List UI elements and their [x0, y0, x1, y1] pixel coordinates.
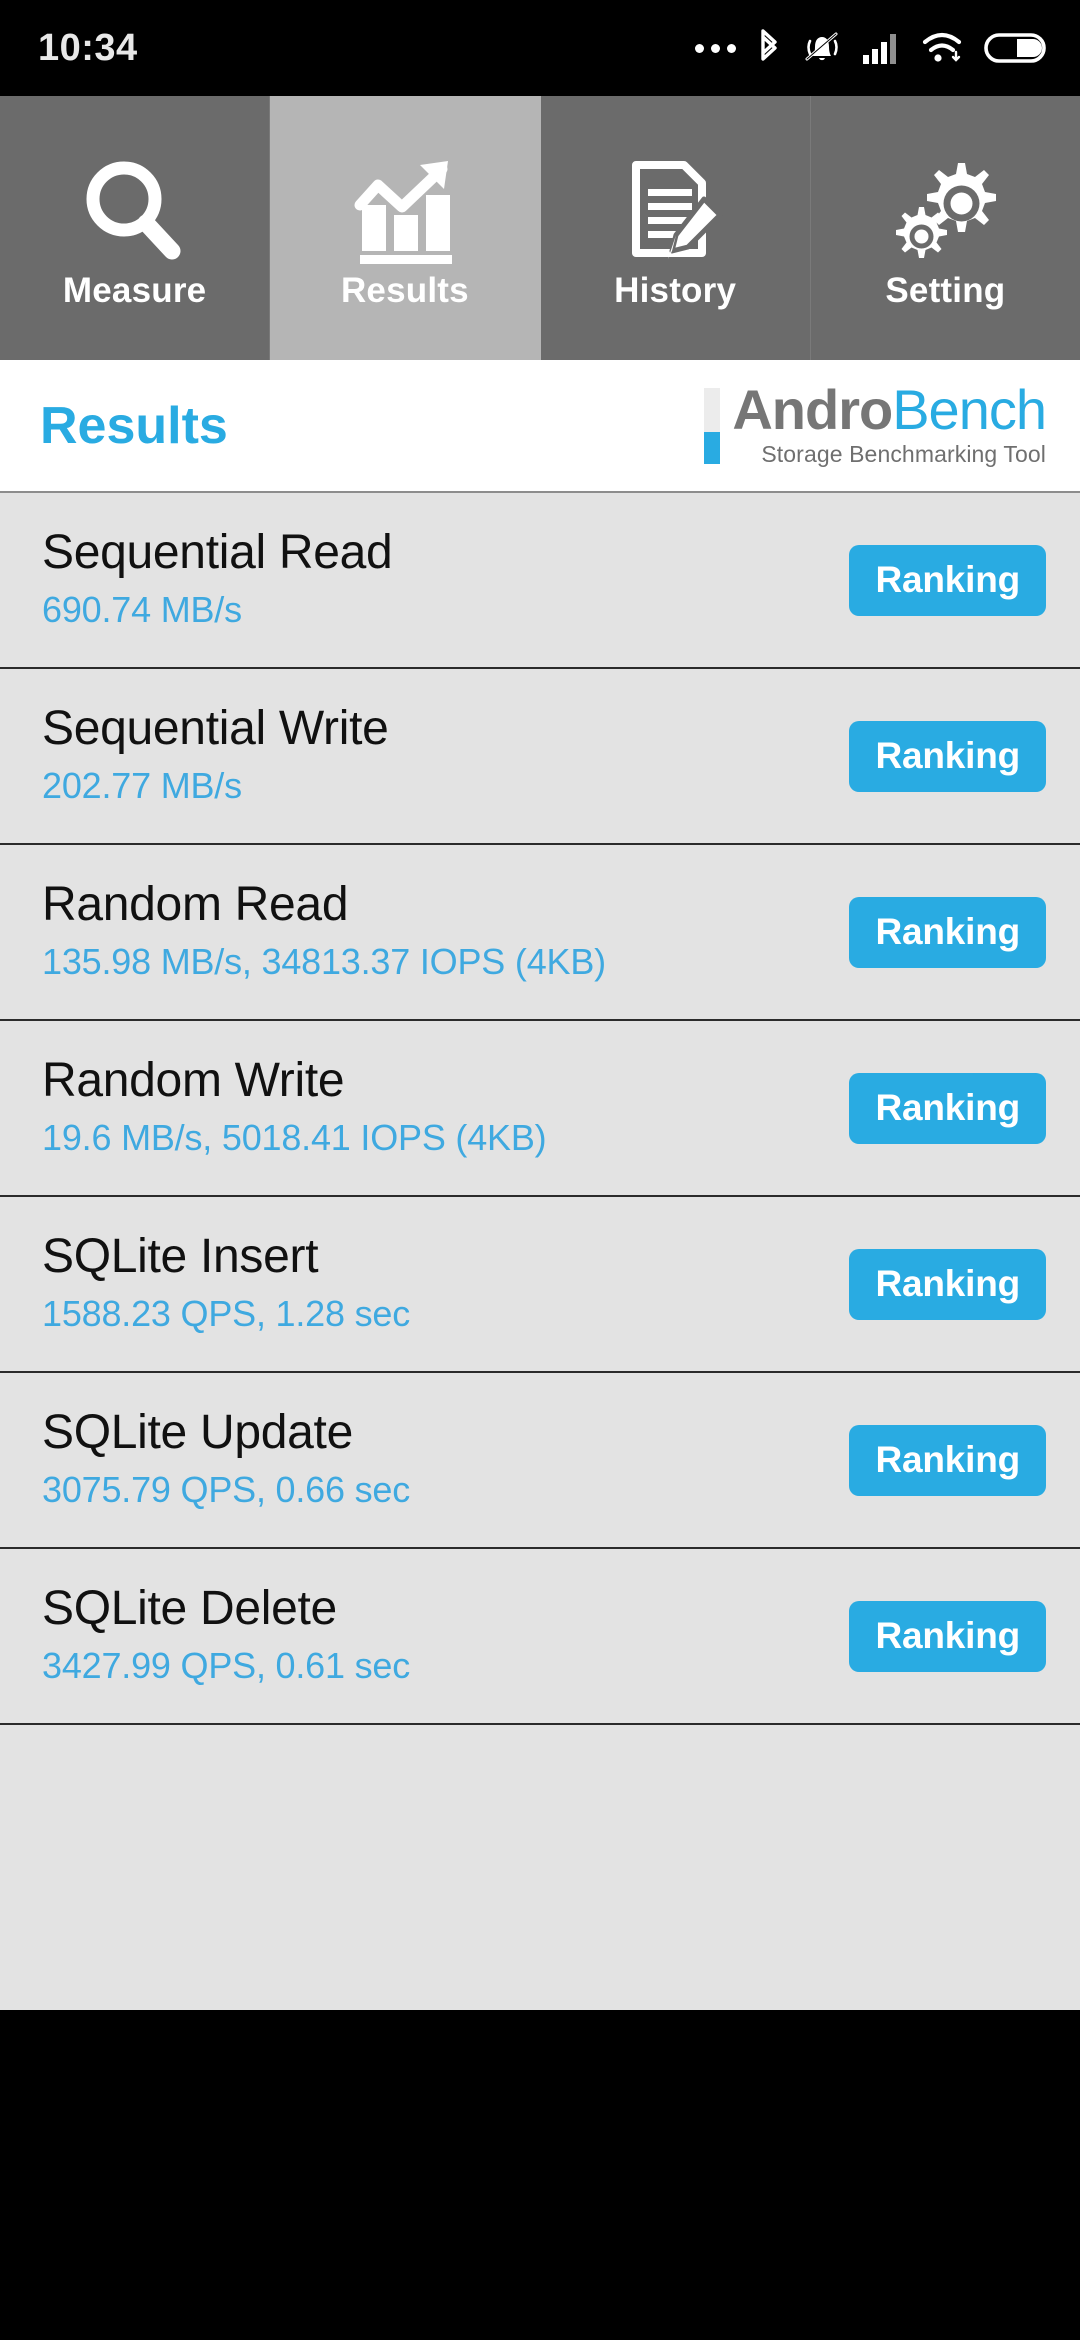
result-value: 202.77 MB/s [42, 765, 242, 807]
status-bar: 10:34 [0, 0, 1080, 96]
result-row[interactable]: Random Read 135.98 MB/s, 34813.37 IOPS (4… [0, 845, 1080, 1021]
tab-measure-label: Measure [62, 270, 207, 310]
battery-icon [984, 31, 1046, 65]
result-title: SQLite Delete [42, 1581, 337, 1635]
cellular-signal-icon [862, 31, 902, 65]
phone-screen: 10:34 Measure Results History Setting Re… [0, 0, 1080, 2340]
androbench-logo: AndroBench Storage Benchmarking Tool [704, 382, 1047, 468]
result-row[interactable]: Sequential Write 202.77 MB/s Ranking [0, 669, 1080, 845]
tab-measure[interactable]: Measure [0, 96, 271, 360]
bluetooth-icon [756, 29, 782, 67]
bar-chart-arrow-icon [346, 149, 464, 267]
result-title: Random Read [42, 877, 349, 931]
status-time: 10:34 [38, 27, 138, 69]
result-title: Sequential Write [42, 701, 389, 755]
ranking-button[interactable]: Ranking [849, 544, 1046, 616]
magnifier-icon [76, 149, 194, 267]
wifi-icon [922, 31, 964, 65]
ranking-button[interactable]: Ranking [849, 1072, 1046, 1144]
list-empty-space [0, 1725, 1080, 1996]
result-row-texts: SQLite Delete 3427.99 QPS, 0.61 sec [42, 1582, 410, 1691]
ranking-button[interactable]: Ranking [849, 896, 1046, 968]
result-row[interactable]: SQLite Update 3075.79 QPS, 0.66 sec Rankin… [0, 1373, 1080, 1549]
result-row[interactable]: SQLite Insert 1588.23 QPS, 1.28 sec Rankin… [0, 1197, 1080, 1373]
result-row-texts: Random Read 135.98 MB/s, 34813.37 IOPS (4… [42, 878, 606, 987]
ranking-button[interactable]: Ranking [849, 1600, 1046, 1672]
main-tab-bar: Measure Results History Setting [0, 96, 1080, 360]
result-value: 3427.99 QPS, 0.61 sec [42, 1645, 411, 1687]
gears-icon [886, 149, 1004, 267]
result-title: Sequential Read [42, 525, 393, 579]
result-row[interactable]: Sequential Read 690.74 MB/s Ranking [0, 493, 1080, 669]
result-row-texts: Sequential Write 202.77 MB/s [42, 702, 389, 811]
result-row[interactable]: SQLite Delete 3427.99 QPS, 0.61 sec Rankin… [0, 1549, 1080, 1725]
status-icon-group [695, 29, 1046, 67]
result-value: 690.74 MB/s [42, 589, 242, 631]
tab-history[interactable]: History [540, 96, 811, 360]
page-title: Results [40, 396, 228, 455]
result-value: 3075.79 QPS, 0.66 sec [42, 1469, 411, 1511]
more-dots-icon [695, 43, 736, 53]
result-title: Random Write [42, 1053, 345, 1107]
ranking-button[interactable]: Ranking [849, 1424, 1046, 1496]
results-list: Sequential Read 690.74 MB/s Ranking Sequent… [0, 493, 1080, 2010]
result-value: 135.98 MB/s, 34813.37 IOPS (4KB) [42, 941, 606, 983]
logo-accent-bar [704, 387, 721, 464]
result-row-texts: Sequential Read 690.74 MB/s [42, 525, 393, 635]
notifications-muted-icon [802, 29, 842, 67]
result-row-texts: Random Write 19.6 MB/s, 5018.41 IOPS (4KB… [42, 1053, 547, 1163]
result-value: 19.6 MB/s, 5018.41 IOPS (4KB) [42, 1117, 547, 1159]
ranking-button[interactable]: Ranking [849, 1248, 1046, 1320]
result-value: 1588.23 QPS, 1.28 sec [42, 1293, 411, 1335]
logo-tagline: Storage Benchmarking Tool [761, 440, 1046, 467]
tab-setting-label: Setting [885, 270, 1006, 310]
result-row[interactable]: Random Write 19.6 MB/s, 5018.41 IOPS (4KB… [0, 1021, 1080, 1197]
result-title: SQLite Insert [42, 1229, 319, 1283]
logo-wordmark: AndroBench [732, 382, 1047, 438]
tab-history-label: History [614, 270, 737, 310]
tab-setting[interactable]: Setting [810, 96, 1080, 360]
logo-bench: Bench [892, 378, 1047, 442]
logo-text-block: AndroBench Storage Benchmarking Tool [732, 382, 1047, 468]
system-navigation-area [0, 2010, 1080, 2340]
document-pencil-icon [616, 149, 734, 267]
ranking-button[interactable]: Ranking [849, 720, 1046, 792]
result-row-texts: SQLite Insert 1588.23 QPS, 1.28 sec [42, 1230, 410, 1339]
tab-results[interactable]: Results [270, 96, 541, 360]
result-row-texts: SQLite Update 3075.79 QPS, 0.66 sec [42, 1406, 410, 1515]
tab-results-label: Results [340, 270, 469, 310]
result-title: SQLite Update [42, 1405, 353, 1459]
page-header: Results AndroBench Storage Benchmarking … [0, 360, 1080, 493]
logo-andro: Andro [732, 378, 893, 442]
